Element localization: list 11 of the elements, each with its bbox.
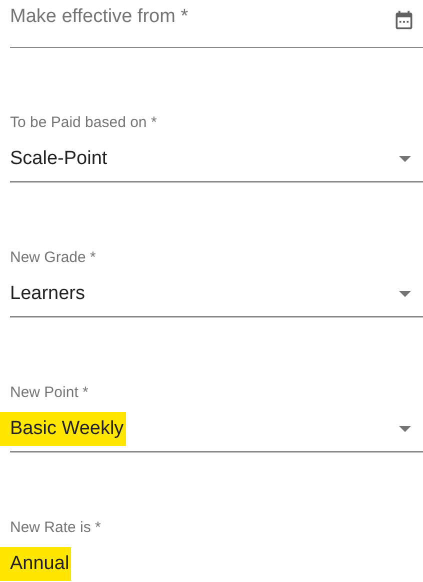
field-label: New Point * [10, 384, 88, 402]
caret-icon [399, 290, 411, 296]
dropdown-field[interactable]: Basic Weekly [0, 410, 423, 452]
calendar-icon[interactable] [393, 9, 415, 31]
field-label: New Rate is * [10, 518, 101, 536]
field-label: To be Paid based on * [10, 114, 157, 132]
field-value: Annual [0, 546, 72, 580]
caret-icon [399, 426, 411, 432]
field-label: New Grade * [10, 248, 96, 266]
caret-icon [399, 156, 411, 162]
date-field[interactable]: Make effective from * [10, 0, 423, 48]
